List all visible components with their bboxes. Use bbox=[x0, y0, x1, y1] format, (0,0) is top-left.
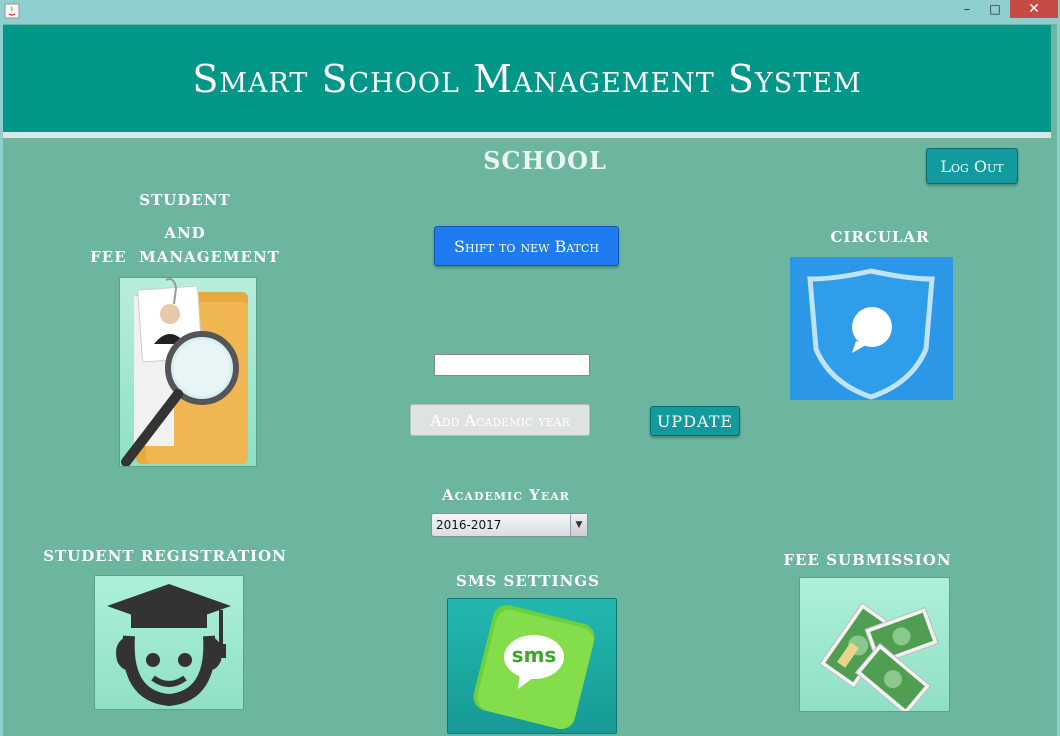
student-fee-management-label: STUDENT AND FEE MANAGEMENT bbox=[70, 192, 300, 266]
minimize-button[interactable]: – bbox=[952, 0, 982, 18]
academic-year-select[interactable]: 2016-2017 ▼ bbox=[431, 513, 588, 537]
academic-year-label: Academic Year bbox=[442, 486, 570, 504]
header-divider bbox=[3, 132, 1051, 138]
app-header: Smart School Management System bbox=[3, 25, 1051, 132]
student-registration-label: STUDENT REGISTRATION bbox=[43, 547, 287, 565]
window-titlebar bbox=[0, 0, 1060, 24]
fee-submission-label: FEE SUBMISSION bbox=[783, 551, 952, 569]
sms-settings-button[interactable]: sms bbox=[447, 598, 617, 734]
chevron-down-icon[interactable]: ▼ bbox=[570, 514, 587, 536]
shift-to-new-batch-button[interactable]: Shift to new Batch bbox=[434, 226, 619, 266]
student-registration-button[interactable] bbox=[94, 575, 244, 710]
school-label: SCHOOL bbox=[483, 146, 607, 175]
circular-button[interactable] bbox=[790, 257, 953, 400]
academic-year-input[interactable] bbox=[434, 354, 590, 376]
graduate-icon bbox=[107, 584, 231, 707]
student-fee-line2: AND bbox=[164, 224, 206, 242]
logout-button[interactable]: Log Out bbox=[926, 148, 1018, 184]
shield-chat-icon bbox=[807, 268, 935, 400]
close-button[interactable]: ✕ bbox=[1010, 0, 1058, 18]
update-button[interactable]: UPDATE bbox=[650, 406, 740, 436]
fee-submission-button[interactable] bbox=[799, 577, 950, 712]
sms-icon-text: sms bbox=[511, 643, 557, 667]
folder-magnifier-icon bbox=[121, 278, 248, 466]
java-icon bbox=[4, 3, 20, 19]
sms-settings-label: SMS SETTINGS bbox=[456, 572, 600, 590]
circular-label: CIRCULAR bbox=[830, 228, 930, 246]
maximize-button[interactable]: □ bbox=[980, 0, 1010, 18]
student-fee-management-button[interactable] bbox=[119, 277, 257, 467]
academic-year-selected: 2016-2017 bbox=[436, 518, 502, 532]
app-title: Smart School Management System bbox=[192, 56, 862, 101]
student-fee-line3: FEE MANAGEMENT bbox=[90, 248, 280, 266]
student-fee-line1: STUDENT bbox=[139, 191, 231, 209]
add-academic-year-button[interactable]: Add Academic year bbox=[410, 404, 590, 436]
money-stack-icon bbox=[818, 602, 939, 711]
